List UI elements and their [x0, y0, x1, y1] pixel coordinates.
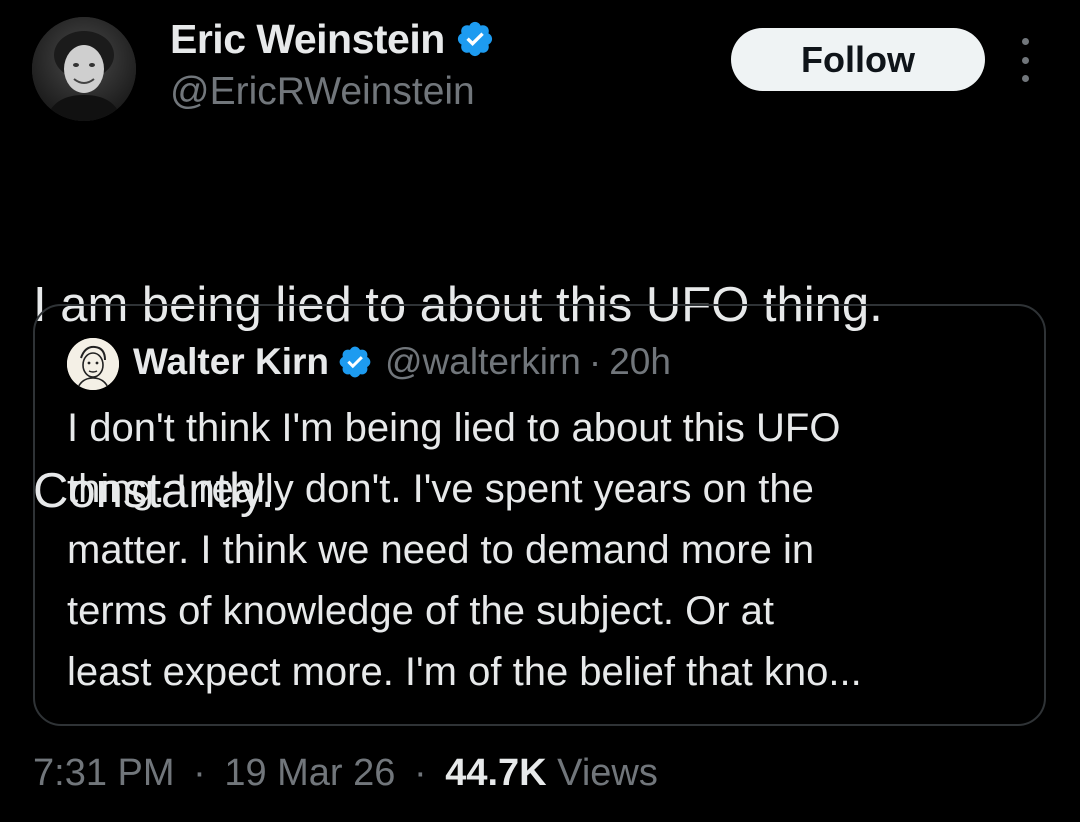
- more-dot: [1021, 75, 1029, 82]
- author-avatar[interactable]: [32, 17, 136, 121]
- sketch-portrait-icon: [67, 338, 119, 390]
- verified-badge-icon: [337, 344, 373, 380]
- more-dot: [1021, 38, 1029, 45]
- quoted-text-line: matter. I think we need to demand more i…: [67, 528, 815, 572]
- tweet-time[interactable]: 7:31 PM: [33, 752, 175, 794]
- separator-dot: ·: [588, 341, 602, 382]
- quoted-text-line: least expect more. I'm of the belief tha…: [67, 650, 862, 694]
- avatar-portrait-icon: [32, 17, 136, 121]
- quoted-author-handle[interactable]: @walterkirn: [385, 341, 581, 383]
- author-name-row: Eric Weinstein: [170, 14, 495, 64]
- quoted-text-line: thing. I really don't. I've spent years …: [67, 467, 814, 511]
- views-count[interactable]: 44.7K: [445, 752, 546, 794]
- author-handle[interactable]: @EricRWeinstein: [170, 70, 475, 114]
- tweet-date[interactable]: 19 Mar 26: [224, 752, 395, 794]
- more-dot: [1021, 56, 1029, 64]
- tweet-meta: 7:31 PM · 19 Mar 26 · 44.7K Views: [33, 752, 658, 795]
- quoted-tweet-header: Walter Kirn @walterkirn · 20h: [133, 334, 671, 390]
- quoted-author-avatar: [67, 338, 119, 390]
- author-display-name[interactable]: Eric Weinstein: [170, 16, 445, 63]
- follow-button[interactable]: Follow: [731, 28, 985, 91]
- quoted-tweet-card[interactable]: Walter Kirn @walterkirn · 20h I don't th…: [33, 304, 1046, 726]
- quoted-tweet-time[interactable]: 20h: [609, 341, 671, 383]
- more-options-icon[interactable]: [1010, 38, 1040, 82]
- views-label: Views: [557, 752, 658, 794]
- verified-badge-icon: [455, 19, 495, 59]
- quoted-text-line: terms of knowledge of the subject. Or at: [67, 589, 775, 633]
- quoted-author-name[interactable]: Walter Kirn: [133, 341, 329, 383]
- quoted-text-line: I don't think I'm being lied to about th…: [67, 406, 841, 450]
- separator-dot: ·: [413, 752, 427, 794]
- quoted-tweet-text: I don't think I'm being lied to about th…: [67, 398, 1017, 703]
- separator-dot: ·: [193, 752, 206, 794]
